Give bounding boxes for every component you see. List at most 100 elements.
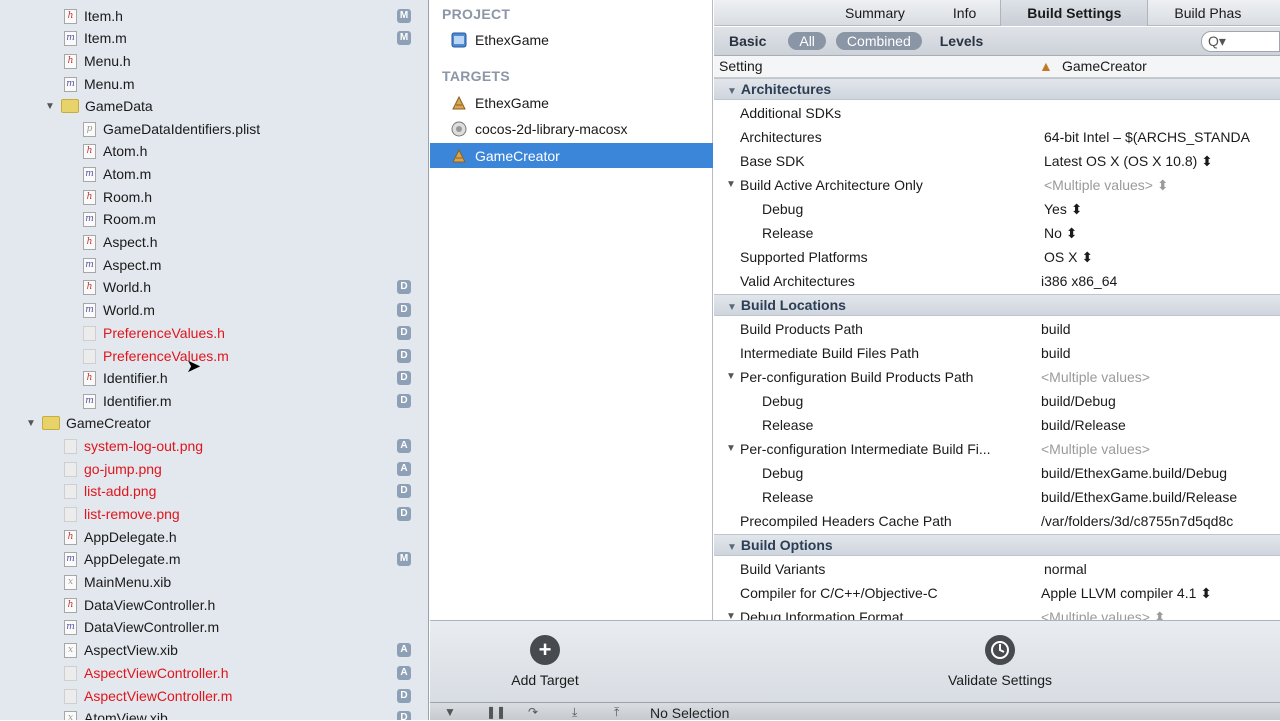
navigator-item[interactable]: m DataViewController.m: [64, 616, 219, 638]
setting-row[interactable]: Additional SDKs: [714, 102, 1280, 126]
navigator-item[interactable]: h Atom.h: [83, 140, 147, 162]
setting-row[interactable]: Precompiled Headers Cache Path/var/folde…: [714, 510, 1280, 534]
setting-value[interactable]: i386 x86_64: [1041, 273, 1117, 289]
navigator-item[interactable]: m Identifier.m: [83, 390, 171, 412]
navigator-item[interactable]: x AspectView.xib: [64, 639, 178, 661]
navigator-item[interactable]: ▼ GameData: [44, 95, 153, 117]
disclosure-triangle-icon[interactable]: ▼: [726, 371, 736, 382]
disclosure-triangle-icon[interactable]: ▼: [726, 443, 736, 454]
setting-value[interactable]: <Multiple values> ⬍: [1041, 609, 1166, 620]
navigator-item[interactable]: h Identifier.h: [83, 367, 168, 389]
setting-value[interactable]: No ⬍: [1044, 225, 1078, 242]
setting-row[interactable]: ▼ Build Active Architecture Only <Multiple…: [714, 174, 1280, 198]
setting-value[interactable]: Yes ⬍: [1044, 201, 1082, 218]
setting-value[interactable]: Latest OS X (OS X 10.8) ⬍: [1044, 153, 1213, 170]
setting-row[interactable]: Debug Yes ⬍: [714, 198, 1280, 222]
step-over-icon[interactable]: ↷: [528, 705, 538, 719]
tab-info[interactable]: Info: [931, 0, 1000, 26]
navigator-item[interactable]: system-log-out.png: [64, 435, 203, 457]
navigator-item[interactable]: AspectViewController.h: [64, 662, 228, 684]
setting-value[interactable]: /var/folders/3d/c8755n7d5qd8c: [1041, 513, 1233, 529]
pause-icon[interactable]: ❚❚: [486, 705, 506, 719]
setting-value[interactable]: <Multiple values> ⬍: [1044, 177, 1169, 194]
setting-row[interactable]: ▼ Per-configuration Intermediate Build Fi…: [714, 438, 1280, 462]
navigator-item[interactable]: m Menu.m: [64, 73, 135, 95]
target-item[interactable]: EthexGame: [430, 90, 713, 115]
setting-value[interactable]: build: [1041, 321, 1071, 337]
navigator-item[interactable]: PreferenceValues.m: [83, 345, 229, 367]
target-item[interactable]: cocos-2d-library-macosx: [430, 116, 713, 141]
setting-value[interactable]: build/EthexGame.build/Release: [1041, 489, 1237, 505]
setting-value[interactable]: 64-bit Intel – $(ARCHS_STANDA: [1044, 129, 1250, 145]
navigator-item[interactable]: h Item.h: [64, 5, 123, 27]
setting-row[interactable]: Architectures 64-bit Intel – $(ARCHS_STAN…: [714, 126, 1280, 150]
disclosure-triangle-icon[interactable]: ▼: [726, 611, 736, 620]
navigator-item[interactable]: x AtomView.xib: [64, 707, 168, 720]
setting-value[interactable]: build/EthexGame.build/Debug: [1041, 465, 1227, 481]
tab-build-settings[interactable]: Build Settings: [1000, 0, 1149, 26]
setting-value[interactable]: Apple LLVM compiler 4.1 ⬍: [1041, 585, 1212, 602]
setting-value[interactable]: <Multiple values>: [1041, 441, 1150, 457]
setting-row[interactable]: Debug build/EthexGame.build/Debug: [714, 462, 1280, 486]
all-filter-button[interactable]: All: [788, 32, 826, 50]
setting-value[interactable]: normal: [1044, 561, 1087, 577]
setting-value[interactable]: OS X ⬍: [1044, 249, 1093, 266]
navigator-item[interactable]: m Atom.m: [83, 163, 151, 185]
setting-value[interactable]: build/Release: [1041, 417, 1126, 433]
settings-section-header[interactable]: ▼ Architectures: [714, 78, 1280, 100]
combined-filter-button[interactable]: Combined: [835, 32, 922, 50]
navigator-item[interactable]: h DataViewController.h: [64, 594, 215, 616]
navigator-item[interactable]: h Aspect.h: [83, 231, 157, 253]
setting-value[interactable]: build: [1041, 345, 1071, 361]
navigator-item[interactable]: AspectViewController.m: [64, 685, 232, 707]
disclosure-triangle-icon[interactable]: ▼: [727, 542, 737, 553]
navigator-item[interactable]: p GameDataIdentifiers.plist: [83, 118, 260, 140]
setting-row[interactable]: Build Variants normal: [714, 558, 1280, 582]
tab-summary[interactable]: Summary: [714, 0, 931, 26]
disclosure-triangle-icon[interactable]: ▼: [44, 101, 56, 112]
navigator-item[interactable]: ▼ GameCreator: [25, 412, 151, 434]
navigator-item[interactable]: m Item.m: [64, 27, 127, 49]
step-out-icon[interactable]: ⤒: [614, 705, 619, 720]
navigator-item[interactable]: m World.m: [83, 299, 155, 321]
tab-build-phas[interactable]: Build Phas: [1148, 0, 1267, 26]
navigator-item[interactable]: list-remove.png: [64, 503, 180, 525]
setting-row[interactable]: Build Products Path build: [714, 318, 1280, 342]
target-item[interactable]: GameCreator: [430, 143, 713, 168]
setting-row[interactable]: Release build/Release: [714, 414, 1280, 438]
setting-row[interactable]: Supported Platforms OS X ⬍: [714, 246, 1280, 270]
setting-row[interactable]: ▼ Per-configuration Build Products Path <M…: [714, 366, 1280, 390]
navigator-item[interactable]: m Aspect.m: [83, 254, 161, 276]
project-item-ethexgame[interactable]: EthexGame: [430, 27, 713, 52]
setting-value[interactable]: <Multiple values>: [1041, 369, 1150, 385]
levels-filter-button[interactable]: Levels: [940, 33, 984, 49]
setting-value[interactable]: build/Debug: [1041, 393, 1116, 409]
navigator-item[interactable]: h Menu.h: [64, 50, 131, 72]
step-into-icon[interactable]: ⤓: [572, 705, 577, 720]
navigator-item[interactable]: list-add.png: [64, 480, 156, 502]
setting-row[interactable]: Base SDK Latest OS X (OS X 10.8) ⬍: [714, 150, 1280, 174]
setting-row[interactable]: Release No ⬍: [714, 222, 1280, 246]
navigator-item[interactable]: h AppDelegate.h: [64, 526, 177, 548]
settings-section-header[interactable]: ▼ Build Locations: [714, 294, 1280, 316]
setting-row[interactable]: Release build/EthexGame.build/Release: [714, 486, 1280, 510]
setting-row[interactable]: ▼ Debug Information Format <Multiple value…: [714, 606, 1280, 620]
setting-row[interactable]: Compiler for C/C++/Objective-C Apple LLVM…: [714, 582, 1280, 606]
validate-settings-button[interactable]: Validate Settings: [930, 635, 1070, 688]
disclosure-triangle-icon[interactable]: ▼: [727, 302, 737, 313]
disclosure-triangle-icon[interactable]: ▼: [727, 86, 737, 97]
settings-search-field[interactable]: Q▾: [1201, 31, 1280, 52]
add-target-button[interactable]: + Add Target: [490, 635, 600, 688]
basic-filter-button[interactable]: Basic: [729, 33, 766, 49]
navigator-item[interactable]: h World.h: [83, 276, 151, 298]
navigator-item[interactable]: PreferenceValues.h: [83, 322, 225, 344]
navigator-item[interactable]: x MainMenu.xib: [64, 571, 171, 593]
debug-area-toggle-icon[interactable]: ▼: [444, 705, 456, 719]
settings-section-header[interactable]: ▼ Build Options: [714, 534, 1280, 556]
navigator-item[interactable]: h Room.h: [83, 186, 152, 208]
navigator-item[interactable]: m Room.m: [83, 208, 156, 230]
navigator-item[interactable]: m AppDelegate.m: [64, 548, 181, 570]
setting-row[interactable]: Intermediate Build Files Path build: [714, 342, 1280, 366]
disclosure-triangle-icon[interactable]: ▼: [25, 418, 37, 429]
setting-row[interactable]: Debug build/Debug: [714, 390, 1280, 414]
